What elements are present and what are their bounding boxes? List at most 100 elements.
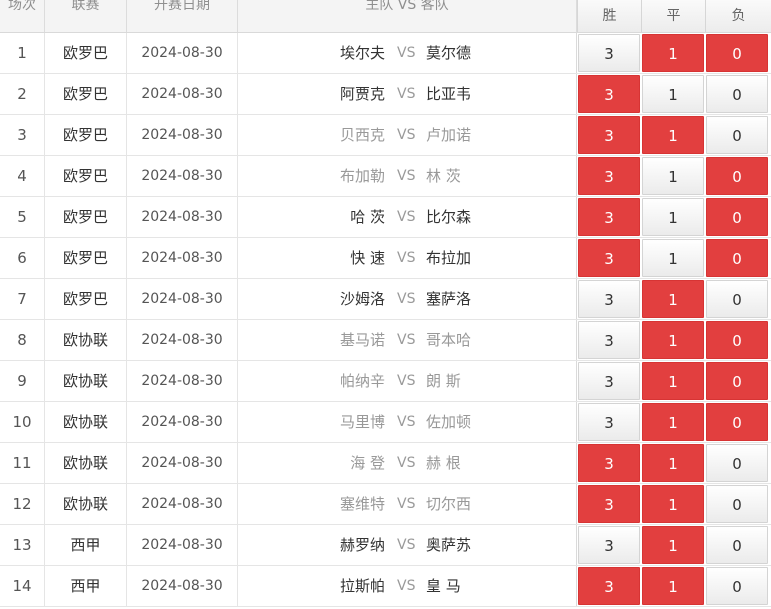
match-teams: 沙姆洛 VS 塞萨洛 bbox=[238, 279, 577, 319]
home-team: 沙姆洛 bbox=[339, 290, 385, 308]
home-team: 贝西克 bbox=[339, 126, 385, 144]
match-teams: 快 速 VS 布拉加 bbox=[238, 238, 577, 278]
match-date: 2024-08-30 bbox=[127, 566, 238, 606]
match-date: 2024-08-30 bbox=[127, 156, 238, 196]
match-teams: 贝西克 VS 卢加诺 bbox=[238, 115, 577, 155]
draw-option-button[interactable]: 1 bbox=[642, 75, 704, 113]
draw-option-button[interactable]: 1 bbox=[642, 239, 704, 277]
win-option-button[interactable]: 3 bbox=[578, 321, 640, 359]
draw-option-button[interactable]: 1 bbox=[642, 485, 704, 523]
win-option-button[interactable]: 3 bbox=[578, 526, 640, 564]
header-loss: 负 bbox=[705, 0, 771, 32]
vs-label: VS bbox=[397, 250, 416, 266]
match-number: 5 bbox=[0, 197, 45, 237]
match-number: 2 bbox=[0, 74, 45, 114]
match-date: 2024-08-30 bbox=[127, 74, 238, 114]
draw-option-button[interactable]: 1 bbox=[642, 321, 704, 359]
win-option-button[interactable]: 3 bbox=[578, 280, 640, 318]
loss-option-button[interactable]: 0 bbox=[706, 280, 768, 318]
loss-option-button[interactable]: 0 bbox=[706, 321, 768, 359]
away-team: 比亚韦 bbox=[426, 85, 472, 103]
loss-option-button[interactable]: 0 bbox=[706, 34, 768, 72]
loss-option-button[interactable]: 0 bbox=[706, 526, 768, 564]
win-option-button[interactable]: 3 bbox=[578, 75, 640, 113]
match-number: 4 bbox=[0, 156, 45, 196]
match-number: 6 bbox=[0, 238, 45, 278]
league-name: 欧罗巴 bbox=[45, 74, 127, 114]
match-date: 2024-08-30 bbox=[127, 320, 238, 360]
vs-label: VS bbox=[397, 86, 416, 102]
table-row: 7 欧罗巴 2024-08-30 沙姆洛 VS 塞萨洛 3 1 0 bbox=[0, 279, 771, 320]
league-name: 欧罗巴 bbox=[45, 115, 127, 155]
match-date: 2024-08-30 bbox=[127, 279, 238, 319]
loss-option-button[interactable]: 0 bbox=[706, 362, 768, 400]
loss-option-button[interactable]: 0 bbox=[706, 198, 768, 236]
league-name: 欧协联 bbox=[45, 484, 127, 524]
draw-option-button[interactable]: 1 bbox=[642, 157, 704, 195]
draw-option-button[interactable]: 1 bbox=[642, 362, 704, 400]
league-name: 欧罗巴 bbox=[45, 33, 127, 73]
away-team: 莫尔德 bbox=[426, 44, 472, 62]
vs-label: VS bbox=[397, 537, 416, 553]
win-option-button[interactable]: 3 bbox=[578, 362, 640, 400]
match-teams: 哈 茨 VS 比尔森 bbox=[238, 197, 577, 237]
match-number: 10 bbox=[0, 402, 45, 442]
vs-label: VS bbox=[397, 332, 416, 348]
table-row: 8 欧协联 2024-08-30 基马诺 VS 哥本哈 3 1 0 bbox=[0, 320, 771, 361]
match-date: 2024-08-30 bbox=[127, 33, 238, 73]
draw-option-button[interactable]: 1 bbox=[642, 526, 704, 564]
win-option-button[interactable]: 3 bbox=[578, 403, 640, 441]
vs-label: VS bbox=[397, 373, 416, 389]
match-teams: 赫罗纳 VS 奥萨苏 bbox=[238, 525, 577, 565]
draw-option-button[interactable]: 1 bbox=[642, 567, 704, 605]
loss-option-button[interactable]: 0 bbox=[706, 116, 768, 154]
win-option-button[interactable]: 3 bbox=[578, 485, 640, 523]
draw-option-button[interactable]: 1 bbox=[642, 116, 704, 154]
header-draw: 平 bbox=[641, 0, 705, 32]
home-team: 哈 茨 bbox=[350, 208, 385, 226]
loss-option-button[interactable]: 0 bbox=[706, 239, 768, 277]
vs-label: VS bbox=[397, 578, 416, 594]
header-match-label: 主队 VS 客队 bbox=[365, 0, 449, 13]
win-option-button[interactable]: 3 bbox=[578, 444, 640, 482]
match-number: 11 bbox=[0, 443, 45, 483]
loss-option-button[interactable]: 0 bbox=[706, 485, 768, 523]
loss-option-button[interactable]: 0 bbox=[706, 75, 768, 113]
match-date: 2024-08-30 bbox=[127, 525, 238, 565]
league-name: 欧罗巴 bbox=[45, 156, 127, 196]
match-number: 14 bbox=[0, 566, 45, 606]
table-row: 2 欧罗巴 2024-08-30 阿贾克 VS 比亚韦 3 1 0 bbox=[0, 74, 771, 115]
away-team: 佐加顿 bbox=[426, 413, 472, 431]
loss-option-button[interactable]: 0 bbox=[706, 444, 768, 482]
header-match: 主队 VS 客队 bbox=[238, 0, 577, 32]
home-team: 布加勒 bbox=[339, 167, 385, 185]
match-teams: 阿贾克 VS 比亚韦 bbox=[238, 74, 577, 114]
vs-label: VS bbox=[397, 414, 416, 430]
draw-option-button[interactable]: 1 bbox=[642, 198, 704, 236]
draw-option-button[interactable]: 1 bbox=[642, 403, 704, 441]
header-date-label: 开赛日期 bbox=[154, 0, 210, 13]
home-team: 基马诺 bbox=[339, 331, 385, 349]
home-team: 赫罗纳 bbox=[339, 536, 385, 554]
loss-option-button[interactable]: 0 bbox=[706, 157, 768, 195]
home-team: 帕纳辛 bbox=[339, 372, 385, 390]
league-name: 欧协联 bbox=[45, 361, 127, 401]
away-team: 比尔森 bbox=[426, 208, 472, 226]
draw-option-button[interactable]: 1 bbox=[642, 444, 704, 482]
draw-option-button[interactable]: 1 bbox=[642, 280, 704, 318]
win-option-button[interactable]: 3 bbox=[578, 34, 640, 72]
away-team: 朗 斯 bbox=[426, 372, 461, 390]
win-option-button[interactable]: 3 bbox=[578, 198, 640, 236]
away-team: 哥本哈 bbox=[426, 331, 472, 349]
vs-label: VS bbox=[397, 455, 416, 471]
win-option-button[interactable]: 3 bbox=[578, 567, 640, 605]
match-number: 13 bbox=[0, 525, 45, 565]
league-name: 欧罗巴 bbox=[45, 197, 127, 237]
win-option-button[interactable]: 3 bbox=[578, 239, 640, 277]
match-teams: 帕纳辛 VS 朗 斯 bbox=[238, 361, 577, 401]
win-option-button[interactable]: 3 bbox=[578, 157, 640, 195]
loss-option-button[interactable]: 0 bbox=[706, 403, 768, 441]
draw-option-button[interactable]: 1 bbox=[642, 34, 704, 72]
win-option-button[interactable]: 3 bbox=[578, 116, 640, 154]
loss-option-button[interactable]: 0 bbox=[706, 567, 768, 605]
